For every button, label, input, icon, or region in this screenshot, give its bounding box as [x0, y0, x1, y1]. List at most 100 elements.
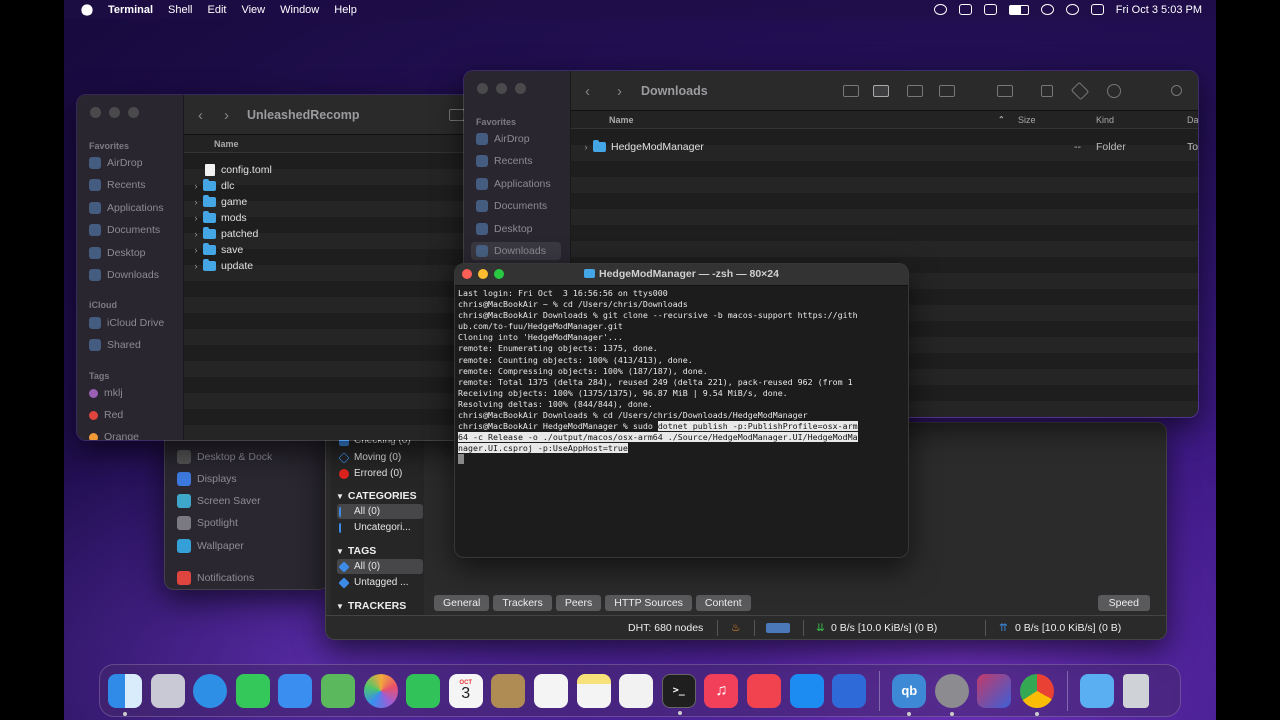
group-icon[interactable]	[997, 85, 1013, 97]
menu-edit[interactable]: Edit	[208, 4, 227, 16]
terminal-icon[interactable]: >_	[661, 673, 696, 715]
status-moving[interactable]: Moving (0)	[337, 450, 423, 465]
menu-app-name[interactable]: Terminal	[108, 4, 153, 16]
menu-view[interactable]: View	[241, 4, 265, 16]
menu-help[interactable]: Help	[334, 4, 357, 16]
list-item[interactable]: › patched	[184, 226, 475, 242]
chevron-right-icon[interactable]: ›	[190, 229, 202, 239]
list-view-icon[interactable]	[873, 85, 889, 97]
settings-item-desktop-dock[interactable]: Desktop & Dock	[177, 450, 272, 464]
roblox-icon[interactable]	[832, 673, 867, 708]
column-date[interactable]: Dat	[1187, 115, 1198, 125]
category-uncategorized[interactable]: Uncategori...	[337, 520, 423, 535]
categories-header[interactable]: ▼ CATEGORIES	[336, 490, 417, 502]
chevron-right-icon[interactable]: ›	[190, 245, 202, 255]
terminal-titlebar[interactable]: HedgeModManager — -zsh — 80×24	[455, 264, 908, 286]
wifi-icon[interactable]	[1040, 4, 1054, 15]
more-icon[interactable]	[1107, 84, 1121, 98]
tags-header[interactable]: ▼ TAGS	[336, 545, 376, 557]
news-icon[interactable]	[746, 673, 781, 708]
chevron-right-icon[interactable]: ›	[190, 213, 202, 223]
facetime-icon[interactable]	[406, 673, 441, 708]
calendar-icon[interactable]: OCT 3	[448, 673, 483, 708]
tag-icon[interactable]	[1070, 81, 1090, 101]
list-item[interactable]: › save	[184, 242, 475, 258]
tab-http-sources[interactable]: HTTP Sources	[605, 595, 692, 611]
menu-shell[interactable]: Shell	[168, 4, 192, 16]
minimize-button[interactable]	[109, 107, 120, 118]
speed-button[interactable]: Speed	[1097, 595, 1150, 611]
mail-icon[interactable]	[278, 673, 313, 708]
finder-icon[interactable]	[108, 673, 142, 716]
record-icon[interactable]	[933, 4, 947, 15]
forward-icon[interactable]: ›	[617, 83, 622, 100]
back-icon[interactable]: ‹	[198, 107, 203, 124]
downloads-folder-icon[interactable]	[1080, 673, 1115, 708]
system-settings-icon[interactable]	[934, 673, 969, 716]
list-item[interactable]: › dlc	[184, 178, 475, 194]
close-button[interactable]	[90, 107, 101, 118]
list-item[interactable]: › update	[184, 258, 475, 274]
category-all[interactable]: All (0)	[337, 504, 423, 519]
column-kind[interactable]: Kind	[1096, 115, 1114, 125]
window-controls[interactable]	[90, 107, 139, 118]
minimize-button[interactable]	[496, 83, 507, 94]
settings-item-spotlight[interactable]: Spotlight	[177, 516, 238, 530]
menu-window[interactable]: Window	[280, 4, 319, 16]
tab-peers[interactable]: Peers	[555, 595, 602, 611]
download-speed[interactable]: 0 B/s [10.0 KiB/s] (0 B)	[831, 622, 937, 634]
tag-all[interactable]: All (0)	[337, 559, 423, 574]
zoom-button[interactable]	[128, 107, 139, 118]
list-item[interactable]: › game	[184, 194, 475, 210]
window-controls[interactable]	[477, 83, 526, 94]
alt-speed-icon[interactable]	[766, 623, 790, 633]
reminders-icon[interactable]	[533, 673, 568, 708]
terminal-selection[interactable]: 64 -c Release -o ./output/macos/osx-arm6…	[458, 432, 858, 443]
trash-icon[interactable]	[1122, 673, 1149, 708]
upload-speed[interactable]: 0 B/s [10.0 KiB/s] (0 B)	[1015, 622, 1121, 634]
share-icon[interactable]	[1041, 85, 1053, 97]
column-name[interactable]: Name	[214, 139, 239, 149]
close-button[interactable]	[477, 83, 488, 94]
chevron-right-icon[interactable]: ›	[190, 197, 202, 207]
safari-icon[interactable]	[193, 673, 228, 708]
column-view-icon[interactable]	[907, 85, 923, 97]
settings-item-displays[interactable]: Displays	[177, 472, 237, 486]
control-center-icon[interactable]	[1090, 4, 1104, 15]
messages-icon[interactable]	[235, 673, 270, 708]
settings-item-wallpaper[interactable]: Wallpaper	[177, 539, 244, 553]
trackers-header[interactable]: ▼ TRACKERS	[336, 600, 406, 612]
photos-icon[interactable]	[363, 673, 398, 708]
forward-icon[interactable]: ›	[224, 107, 229, 124]
icon-view-icon[interactable]	[843, 85, 859, 97]
tab-content[interactable]: Content	[695, 595, 751, 611]
menu-clock[interactable]: Fri Oct 3 5:03 PM	[1116, 4, 1202, 16]
column-size[interactable]: Size	[1018, 115, 1036, 125]
terminal-selection[interactable]: nager.UI.csproj -p:UseAppHost=true	[458, 443, 628, 454]
search-icon[interactable]	[1065, 4, 1079, 15]
notes-icon[interactable]	[576, 673, 611, 708]
chevron-right-icon[interactable]: ›	[190, 261, 202, 271]
contacts-icon[interactable]	[491, 673, 526, 708]
column-name[interactable]: Name	[609, 115, 634, 125]
chevron-right-icon[interactable]: ›	[190, 181, 202, 191]
freeform-icon[interactable]	[619, 673, 654, 708]
terminal-output[interactable]: Last login: Fri Oct 3 16:56:56 on ttys00…	[458, 288, 906, 466]
battery-icon[interactable]	[1008, 4, 1029, 15]
launchpad-icon[interactable]	[150, 673, 185, 708]
layers-icon[interactable]	[983, 4, 997, 15]
zoom-button[interactable]	[515, 83, 526, 94]
list-item[interactable]: › mods	[184, 210, 475, 226]
terminal-window[interactable]: HedgeModManager — -zsh — 80×24 Last logi…	[454, 263, 909, 558]
status-errored[interactable]: Errored (0)	[337, 466, 423, 481]
chevron-right-icon[interactable]: ›	[580, 142, 592, 152]
connection-status-icon[interactable]: ♨	[731, 622, 740, 634]
music-icon[interactable]: ♫	[704, 673, 739, 708]
back-icon[interactable]: ‹	[585, 83, 590, 100]
terminal-selection[interactable]: dotnet publish -p:PublishProfile=osx-arm	[657, 421, 858, 432]
gallery-view-icon[interactable]	[939, 85, 955, 97]
tab-trackers[interactable]: Trackers	[493, 595, 552, 611]
tab-general[interactable]: General	[434, 595, 490, 611]
extension-icon[interactable]	[958, 4, 972, 15]
list-item[interactable]: config.toml	[184, 162, 475, 178]
